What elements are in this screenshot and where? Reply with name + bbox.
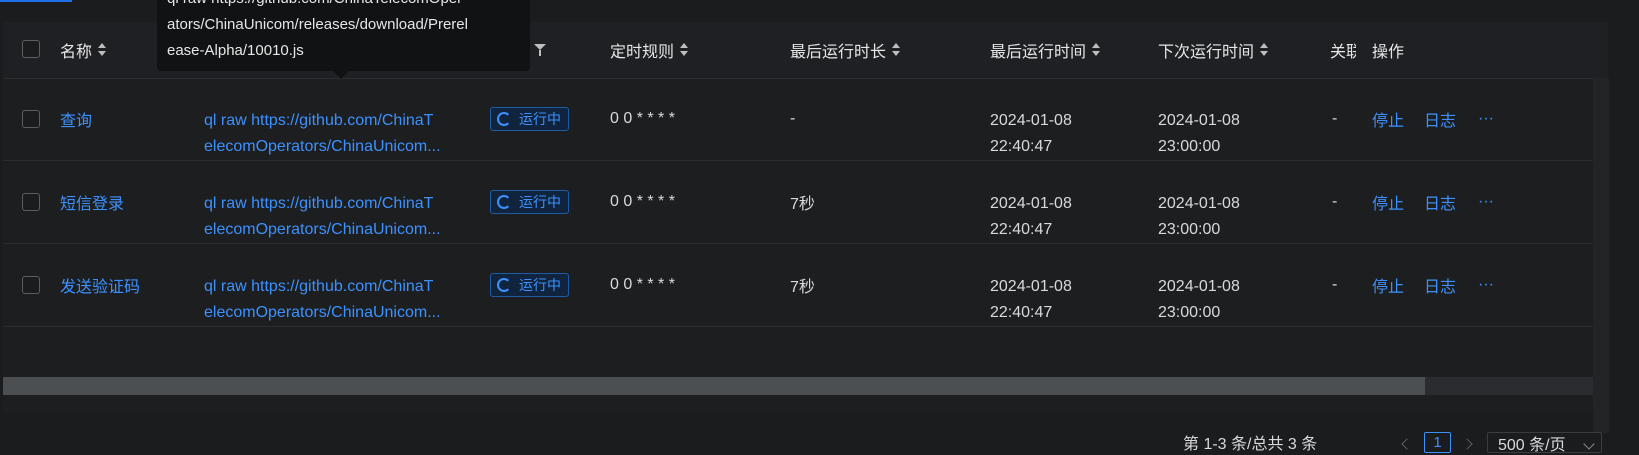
row-checkbox[interactable] <box>22 276 40 294</box>
column-header-related: 关联 <box>1330 44 1356 61</box>
log-button[interactable]: 日志 <box>1424 244 1456 326</box>
sort-icon[interactable] <box>1092 43 1101 57</box>
stop-button[interactable]: 停止 <box>1372 161 1404 243</box>
column-header-name[interactable]: 名称 <box>60 22 107 78</box>
more-options-icon[interactable]: ··· <box>1478 161 1494 243</box>
task-name-link[interactable]: 短信登录 <box>60 161 124 243</box>
pagination-summary: 第 1-3 条/总共 3 条 <box>1183 435 1318 453</box>
sort-icon[interactable] <box>892 43 901 57</box>
log-button[interactable]: 日志 <box>1424 78 1456 160</box>
stop-button[interactable]: 停止 <box>1372 78 1404 160</box>
page-size-select[interactable]: 500 条/页 <box>1487 432 1602 454</box>
last-duration-text: - <box>790 110 796 127</box>
last-duration-text: 7秒 <box>790 279 815 296</box>
command-tooltip: ql raw https://github.com/ChinaTelecomOp… <box>157 0 530 71</box>
related-text: - <box>1332 276 1338 293</box>
loading-spinner-icon <box>497 278 511 292</box>
last-run-text: 2024-01-08 22:40:47 <box>990 278 1072 321</box>
row-checkbox[interactable] <box>22 193 40 211</box>
task-command-link[interactable]: ql raw https://github.com/ChinaT elecomO… <box>204 259 459 341</box>
sort-icon[interactable] <box>680 43 689 57</box>
chevron-down-icon <box>1583 438 1595 450</box>
task-table: 名称 状态 定时规则 最后运行时长 最后运行时间 下次运行时间 关联 操作 <box>3 22 1609 433</box>
more-options-icon[interactable]: ··· <box>1478 78 1494 160</box>
column-header-next-run[interactable]: 下次运行时间 <box>1158 22 1269 78</box>
loading-spinner-icon <box>497 195 511 209</box>
prev-page-icon[interactable] <box>1401 438 1413 450</box>
column-header-last-run[interactable]: 最后运行时间 <box>990 22 1101 78</box>
related-text: - <box>1332 193 1338 210</box>
status-badge: 运行中 <box>490 107 569 131</box>
table-row: 短信登录 ql raw https://github.com/ChinaT el… <box>3 161 1593 244</box>
table-row: 查询 ql raw https://github.com/ChinaT elec… <box>3 78 1593 161</box>
loading-spinner-icon <box>497 112 511 126</box>
filter-icon[interactable] <box>534 44 547 56</box>
column-header-last-duration[interactable]: 最后运行时长 <box>790 22 901 78</box>
table-row: 发送验证码 ql raw https://github.com/ChinaT e… <box>3 244 1593 327</box>
tooltip-arrow <box>333 71 349 79</box>
status-badge: 运行中 <box>490 190 569 214</box>
related-text: - <box>1332 110 1338 127</box>
horizontal-scrollbar-thumb[interactable] <box>3 377 1425 395</box>
vertical-scrollbar[interactable] <box>1593 78 1609 433</box>
column-header-actions: 操作 <box>1372 44 1405 61</box>
log-button[interactable]: 日志 <box>1424 161 1456 243</box>
row-checkbox[interactable] <box>22 110 40 128</box>
schedule-text: 0 0 * * * * <box>610 110 675 127</box>
schedule-text: 0 0 * * * * <box>610 276 675 293</box>
next-run-text: 2024-01-08 23:00:00 <box>1158 278 1240 321</box>
task-name-link[interactable]: 查询 <box>60 78 92 160</box>
select-all-checkbox[interactable] <box>22 40 40 58</box>
last-duration-text: 7秒 <box>790 196 815 213</box>
next-page-icon[interactable] <box>1461 438 1473 450</box>
more-options-icon[interactable]: ··· <box>1478 244 1494 326</box>
schedule-text: 0 0 * * * * <box>610 193 675 210</box>
stop-button[interactable]: 停止 <box>1372 244 1404 326</box>
task-name-link[interactable]: 发送验证码 <box>60 244 140 326</box>
top-accent-bar <box>0 0 72 2</box>
column-header-schedule[interactable]: 定时规则 <box>610 22 689 78</box>
sort-icon[interactable] <box>98 43 107 57</box>
fixed-columns: - 停止 日志 ··· - 停止 日志 ··· - 停止 日志 ··· <box>1332 78 1595 377</box>
sort-icon[interactable] <box>1260 43 1269 57</box>
page-number-button[interactable]: 1 <box>1424 432 1451 453</box>
status-badge: 运行中 <box>490 273 569 297</box>
